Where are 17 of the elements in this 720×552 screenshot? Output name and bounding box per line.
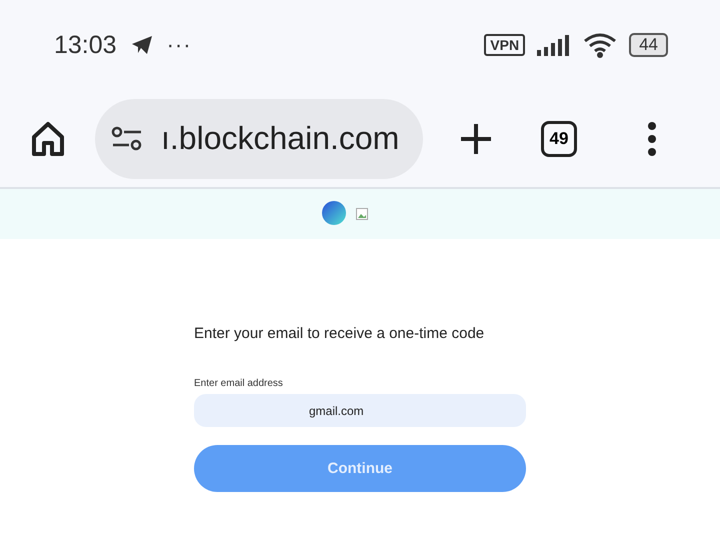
- menu-icon[interactable]: [647, 122, 657, 156]
- form-heading: Enter your email to receive a one-time code: [194, 325, 486, 342]
- email-field[interactable]: gmail.com: [194, 394, 526, 427]
- signal-icon: [537, 34, 572, 56]
- address-bar[interactable]: ı.blockchain.com: [95, 98, 423, 178]
- vpn-badge: VPN: [484, 34, 526, 56]
- logo-icon: [322, 201, 348, 227]
- wifi-icon: [583, 32, 618, 58]
- home-icon[interactable]: [31, 120, 65, 156]
- new-tab-icon[interactable]: [459, 122, 493, 156]
- battery-indicator: 44: [629, 33, 668, 57]
- broken-image-icon: [356, 208, 368, 220]
- site-settings-icon[interactable]: [111, 126, 143, 152]
- status-time: 13:03: [54, 30, 117, 60]
- tab-counter[interactable]: 49: [541, 120, 577, 156]
- more-notifications: ···: [166, 32, 192, 58]
- email-label: Enter email address: [194, 378, 284, 389]
